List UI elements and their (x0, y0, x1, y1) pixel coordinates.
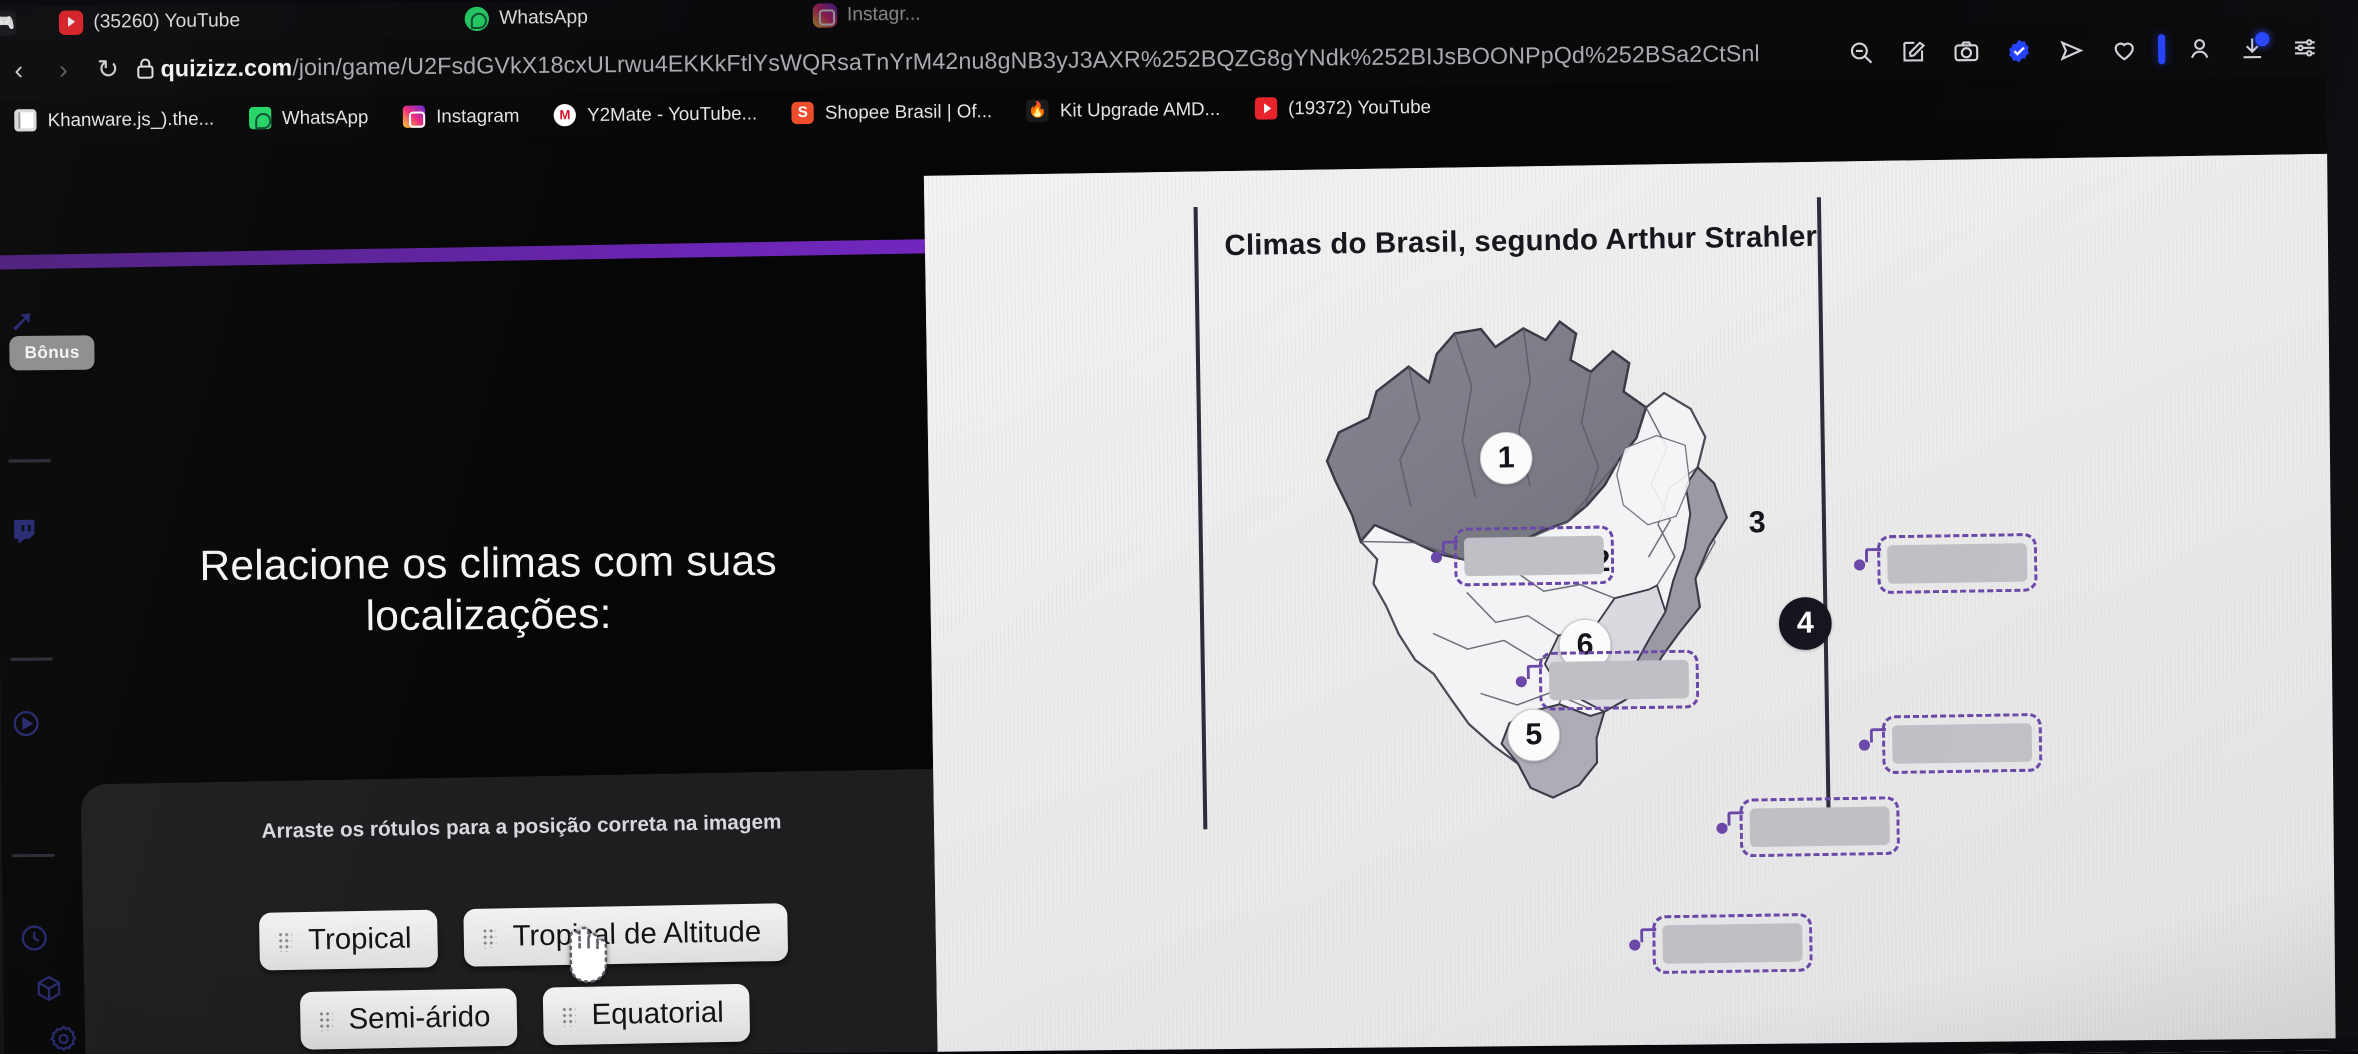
bookmark-item[interactable]: Shopee Brasil | Of... (774, 90, 1009, 135)
bonus-badge: Bônus (9, 335, 95, 371)
drag-handle-icon[interactable] (277, 930, 293, 952)
label-chip-rows: Tropical Tropical de Altitude Semi-árido (83, 900, 968, 1054)
label-chip-row: Tropical Tropical de Altitude (83, 900, 964, 974)
dropzone-connector-dot (1716, 822, 1728, 834)
dropzone-4[interactable] (1858, 712, 2043, 775)
draggable-label[interactable]: Semi-árido (299, 988, 518, 1050)
drag-handle-icon[interactable] (482, 927, 497, 948)
label-text: Tropical (307, 922, 412, 957)
browser-tab[interactable] (0, 6, 43, 41)
label-chip-row: Semi-árido Equatorial (84, 980, 965, 1054)
bookmark-label: WhatsApp (281, 105, 369, 129)
dropzone-3[interactable] (1853, 532, 2038, 595)
dropzone-1[interactable] (1629, 912, 1813, 975)
bookmark-label: Khanware.js_).the... (47, 107, 215, 131)
dropzone-fill (1749, 806, 1890, 848)
dropzone-fill (1891, 723, 2033, 764)
bookmark-label: Shopee Brasil | Of... (824, 99, 993, 123)
youtube-icon (1254, 97, 1278, 120)
drag-handle-icon[interactable] (561, 1005, 576, 1027)
dropzone-connector-dot (1629, 939, 1641, 951)
whatsapp-icon (464, 6, 490, 32)
drag-handle-icon[interactable] (318, 1010, 333, 1031)
forward-button[interactable]: › (41, 47, 86, 92)
toolbar-divider (2157, 34, 2166, 65)
tab-label: (35260) YouTube (93, 10, 241, 33)
reload-button[interactable]: ↻ (85, 46, 130, 91)
url-path: /join/game/U2FsdGVkX18cxULrwu4EKKkFtlYsW… (292, 39, 1760, 80)
draggable-label[interactable]: Tropical (259, 909, 439, 971)
background-app-rail: ➚ (0, 277, 82, 1054)
dropzone-connector-dot (1430, 551, 1443, 564)
download-badge (2255, 32, 2270, 47)
draggable-label[interactable]: Equatorial (542, 983, 751, 1046)
browser-tab[interactable]: Instagr... (796, 0, 937, 33)
label-text: Tropical de Altitude (512, 915, 762, 953)
instagram-icon (402, 105, 426, 128)
settings-gear-icon (40, 1015, 87, 1054)
bookmark-label: Instagram (436, 104, 520, 127)
shopee-icon (791, 101, 814, 125)
gamepad-icon (0, 11, 17, 36)
bookmark-item[interactable]: Khanware.js_).the... (0, 97, 232, 142)
whatsapp-icon (248, 106, 271, 130)
amd-icon (1026, 99, 1049, 122)
verified-badge-icon[interactable] (1992, 28, 2045, 73)
camera-icon[interactable] (1939, 29, 1992, 74)
dropzone-fill (1887, 543, 2028, 584)
bookmark-item[interactable]: (19372) YouTube (1237, 85, 1448, 130)
download-icon[interactable] (2226, 26, 2279, 71)
draggable-label[interactable]: Tropical de Altitude (463, 903, 788, 967)
back-button[interactable]: ‹ (0, 47, 41, 92)
dropzone-2[interactable] (1430, 525, 1615, 587)
bookmark-label: Kit Upgrade AMD... (1059, 97, 1221, 121)
browser-tab[interactable]: (35260) YouTube (43, 4, 257, 40)
twitch-icon (1, 508, 48, 555)
clock-icon (11, 915, 58, 962)
address-bar[interactable]: quizizz.com/join/game/U2FsdGVkX18cxULrwu… (160, 30, 1834, 91)
menu-icon[interactable] (2278, 25, 2331, 70)
photographed-screen: (35260) YouTube WhatsApp Instagr... ‹ › … (0, 0, 2358, 1054)
dropzone-fill (1463, 535, 1605, 577)
bookmark-item[interactable]: Y2Mate - YouTube... (536, 92, 774, 137)
dropzone-6[interactable] (1515, 649, 1700, 711)
mouse-cursor (553, 920, 610, 987)
dropzone-fill (1662, 923, 1803, 964)
tab-label: Instagr... (846, 3, 921, 26)
play-circle-icon (3, 700, 50, 747)
dropzone-fill (1548, 659, 1690, 701)
tab-label: WhatsApp (499, 6, 588, 29)
url-host: quizizz.com (160, 53, 293, 82)
page-title: Relacione os climas com suas localizaçõe… (199, 536, 778, 640)
youtube-icon (58, 10, 84, 36)
heart-icon[interactable] (2097, 27, 2150, 72)
cube-icon (25, 965, 72, 1012)
quizizz-page: ➚ Bônus Relacione os climas com suas loc… (0, 119, 2358, 1054)
bookmark-item[interactable]: Kit Upgrade AMD... (1009, 87, 1237, 132)
bookmark-item[interactable]: Instagram (385, 94, 536, 138)
lock-icon (130, 56, 161, 81)
bookmark-label: Y2Mate - YouTube... (587, 102, 758, 126)
bookmark-item[interactable]: WhatsApp (231, 96, 386, 140)
edit-pin-icon[interactable] (1887, 29, 1940, 74)
doc-icon (14, 109, 37, 132)
bookmark-label: (19372) YouTube (1287, 95, 1432, 119)
zoom-out-icon[interactable] (1834, 30, 1887, 75)
drag-instruction: Arraste os rótulos para a posição corret… (261, 810, 782, 843)
dropzone-5[interactable] (1716, 796, 1901, 858)
send-icon[interactable] (2045, 28, 2098, 73)
y2mate-icon (553, 103, 577, 127)
label-text: Equatorial (591, 996, 725, 1032)
toolbar-icons (1834, 25, 2355, 75)
label-text: Semi-árido (348, 1000, 491, 1036)
map-image-card: Climas do Brasil, segundo Arthur Strahle… (923, 153, 2358, 1054)
instagram-icon (812, 3, 837, 28)
profile-icon[interactable] (2173, 26, 2226, 71)
drag-labels-panel: Arraste os rótulos para a posição corret… (80, 768, 969, 1054)
browser-tab[interactable]: WhatsApp (448, 0, 604, 36)
